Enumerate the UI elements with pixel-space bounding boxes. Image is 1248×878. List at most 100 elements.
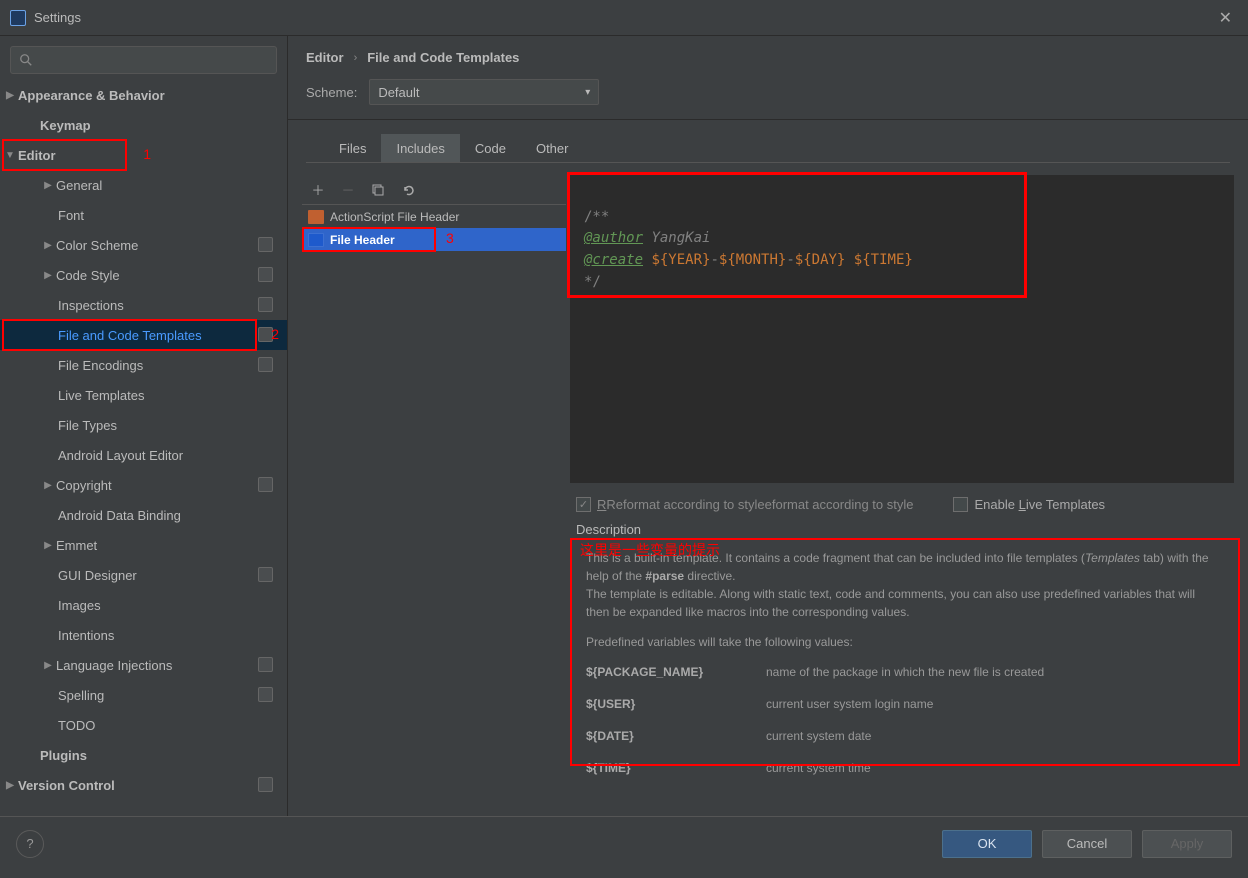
chevron-right-icon: ▶	[40, 240, 56, 251]
sidebar-item-label: Android Layout Editor	[58, 448, 183, 463]
scope-badge-icon	[258, 297, 273, 312]
sidebar-item-label: Inspections	[58, 298, 124, 313]
remove-icon[interactable]: －	[340, 182, 356, 198]
sidebar-item-label: Keymap	[40, 118, 91, 133]
chevron-down-icon: ▼	[2, 150, 18, 161]
cancel-button[interactable]: Cancel	[1042, 830, 1132, 858]
sidebar-item-inspections[interactable]: Inspections	[0, 290, 287, 320]
scope-badge-icon	[258, 267, 273, 282]
chevron-right-icon: ▶	[40, 540, 56, 551]
sidebar-item-label: Font	[58, 208, 84, 223]
sidebar-item-language-injections[interactable]: ▶Language Injections	[0, 650, 287, 680]
scope-badge-icon	[258, 687, 273, 702]
variable-name: ${USER}	[586, 695, 726, 713]
code-var-day: ${DAY}	[795, 252, 846, 268]
sidebar-item-label: Spelling	[58, 688, 104, 703]
code-line: */	[584, 274, 601, 290]
description-heading: Description	[576, 522, 1228, 537]
apply-button[interactable]: Apply	[1142, 830, 1232, 858]
sidebar-item-font[interactable]: Font	[0, 200, 287, 230]
template-item-label: ActionScript File Header	[330, 210, 459, 224]
undo-icon[interactable]	[400, 182, 416, 198]
variable-row: ${PACKAGE_NAME}name of the package in wh…	[586, 663, 1218, 681]
sidebar-item-live-templates[interactable]: Live Templates	[0, 380, 287, 410]
template-item-label: File Header	[330, 233, 395, 247]
tab-files[interactable]: Files	[324, 134, 381, 162]
variable-name: ${PACKAGE_NAME}	[586, 663, 726, 681]
sidebar-item-intentions[interactable]: Intentions	[0, 620, 287, 650]
sidebar-item-android-data-binding[interactable]: Android Data Binding	[0, 500, 287, 530]
sidebar-item-general[interactable]: ▶General	[0, 170, 287, 200]
sidebar-item-spelling[interactable]: Spelling	[0, 680, 287, 710]
reformat-checkbox[interactable]: RReformat according to style eformat acc…	[576, 497, 913, 512]
search-input[interactable]	[10, 46, 277, 74]
sidebar-item-keymap[interactable]: Keymap	[0, 110, 287, 140]
chevron-right-icon: ▶	[40, 480, 56, 491]
scope-badge-icon	[258, 657, 273, 672]
sidebar-item-file-types[interactable]: File Types	[0, 410, 287, 440]
code-var-year: ${YEAR}	[651, 252, 710, 268]
actionscript-icon	[308, 210, 324, 224]
copy-icon[interactable]	[370, 182, 386, 198]
sidebar-item-version-control[interactable]: ▶Version Control	[0, 770, 287, 800]
ok-button[interactable]: OK	[942, 830, 1032, 858]
sidebar-item-todo[interactable]: TODO	[0, 710, 287, 740]
sidebar-item-label: Live Templates	[58, 388, 144, 403]
app-icon	[10, 10, 26, 26]
sidebar-item-gui-designer[interactable]: GUI Designer	[0, 560, 287, 590]
chevron-right-icon: ▶	[40, 180, 56, 191]
variable-name: ${TIME}	[586, 759, 726, 777]
sidebar-item-editor[interactable]: ▼Editor1	[0, 140, 287, 170]
close-icon[interactable]: ✕	[1213, 4, 1238, 32]
sidebar-item-copyright[interactable]: ▶Copyright	[0, 470, 287, 500]
sidebar: ▶Appearance & BehaviorKeymap▼Editor1▶Gen…	[0, 36, 288, 816]
settings-panel: Editor › File and Code Templates Scheme:…	[288, 36, 1248, 816]
live-templates-checkbox[interactable]: Enable Live Templates	[953, 497, 1105, 512]
sidebar-item-plugins[interactable]: Plugins	[0, 740, 287, 770]
tab-other[interactable]: Other	[521, 134, 584, 162]
reformat-label: eformat according to style	[765, 497, 914, 512]
variable-name: ${DATE}	[586, 727, 726, 745]
sidebar-item-label: Intentions	[58, 628, 114, 643]
checkbox-icon	[953, 497, 968, 512]
template-item-file-header[interactable]: File Header 3	[302, 228, 566, 251]
scheme-label: Scheme:	[306, 85, 357, 100]
dialog-footer: ? OK Cancel Apply	[0, 816, 1248, 870]
sidebar-item-android-layout-editor[interactable]: Android Layout Editor	[0, 440, 287, 470]
variable-row: ${DATE}current system date	[586, 727, 1218, 745]
template-list-panel: ＋ － ActionScript File Header File Header 3	[302, 175, 566, 799]
tab-includes[interactable]: Includes	[381, 134, 459, 162]
tab-code[interactable]: Code	[460, 134, 521, 162]
checkbox-icon	[576, 497, 591, 512]
sidebar-item-file-and-code-templates[interactable]: File and Code Templates2	[0, 320, 287, 350]
scheme-select[interactable]: Default ▾	[369, 79, 599, 105]
code-author-value: YangKai	[643, 230, 710, 246]
sidebar-item-file-encodings[interactable]: File Encodings	[0, 350, 287, 380]
file-header-icon	[308, 233, 324, 247]
description-text: This is a built-in template. It contains…	[576, 541, 1228, 799]
scheme-value: Default	[378, 85, 419, 100]
sidebar-item-emmet[interactable]: ▶Emmet	[0, 530, 287, 560]
sidebar-item-label: File Encodings	[58, 358, 143, 373]
sidebar-item-code-style[interactable]: ▶Code Style	[0, 260, 287, 290]
sidebar-item-label: Android Data Binding	[58, 508, 181, 523]
sidebar-item-label: File and Code Templates	[58, 328, 202, 343]
variable-row: ${TIME}current system time	[586, 759, 1218, 777]
annotation-number: 3	[446, 230, 454, 246]
template-editor[interactable]: /** @author YangKai @create ${YEAR}-${MO…	[570, 175, 1234, 483]
sidebar-item-label: General	[56, 178, 102, 193]
template-item-actionscript-file-header[interactable]: ActionScript File Header	[302, 205, 566, 228]
sidebar-item-color-scheme[interactable]: ▶Color Scheme	[0, 230, 287, 260]
sidebar-item-label: Editor	[18, 148, 56, 163]
sidebar-item-label: Copyright	[56, 478, 112, 493]
chevron-right-icon: ›	[354, 52, 358, 64]
list-toolbar: ＋ －	[302, 175, 566, 205]
window-title: Settings	[34, 10, 81, 25]
sidebar-item-label: Color Scheme	[56, 238, 138, 253]
titlebar: Settings ✕	[0, 0, 1248, 36]
sidebar-item-appearance-behavior[interactable]: ▶Appearance & Behavior	[0, 80, 287, 110]
sidebar-item-images[interactable]: Images	[0, 590, 287, 620]
variable-row: ${USER}current user system login name	[586, 695, 1218, 713]
help-button[interactable]: ?	[16, 830, 44, 858]
add-icon[interactable]: ＋	[310, 182, 326, 198]
